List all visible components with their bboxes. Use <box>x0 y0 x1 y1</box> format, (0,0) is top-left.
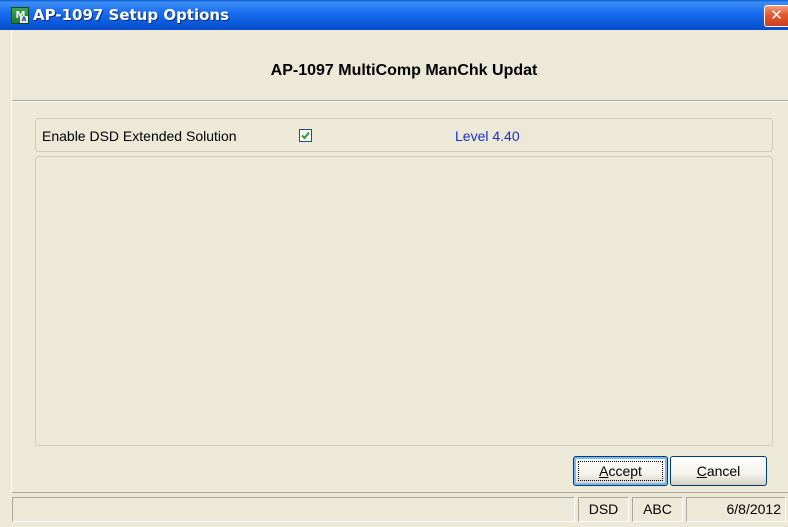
page-title: AP-1097 MultiComp ManChk Updat <box>270 62 538 79</box>
cancel-button[interactable]: Cancel <box>670 456 767 486</box>
close-button[interactable]: ✕ <box>764 5 788 27</box>
dsd-options-group: Enable DSD Extended Solution Level 4.40 <box>35 118 773 152</box>
checkmark-icon <box>301 131 310 140</box>
cancel-button-label: Cancel <box>696 463 741 479</box>
app-icon-sub-letter: A <box>20 16 28 23</box>
version-level-text: Level 4.40 <box>455 128 520 144</box>
status-pane-main <box>12 497 575 522</box>
status-divider <box>12 492 788 493</box>
status-pane-company: DSD <box>578 497 629 522</box>
status-pane-user: ABC <box>632 497 683 522</box>
window-title: AP-1097 Setup Options <box>33 6 230 24</box>
enable-dsd-checkbox[interactable] <box>299 129 312 142</box>
setup-options-window: M A AP-1097 Setup Options ✕ AP-1097 Mult… <box>0 0 788 527</box>
accept-button[interactable]: Accept <box>573 456 668 486</box>
app-icon[interactable]: M A <box>11 7 29 24</box>
header-divider-highlight <box>12 101 788 102</box>
status-bar: DSD ABC 6/8/2012 <box>12 495 788 527</box>
close-icon: ✕ <box>770 6 783 24</box>
status-pane-date: 6/8/2012 <box>686 497 786 522</box>
title-bar[interactable]: M A AP-1097 Setup Options ✕ <box>0 0 788 30</box>
enable-dsd-label: Enable DSD Extended Solution <box>42 128 237 144</box>
options-content-panel <box>35 156 773 446</box>
accept-button-label: Accept <box>599 463 642 479</box>
